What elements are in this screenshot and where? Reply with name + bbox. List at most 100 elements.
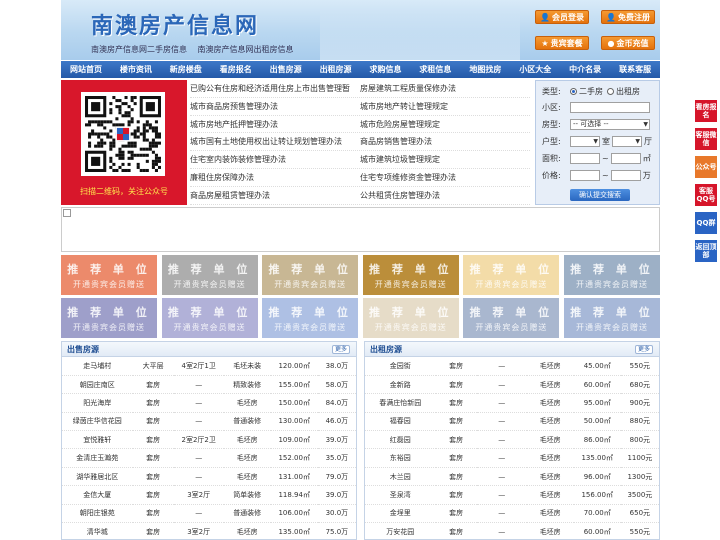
price-min-input[interactable]	[570, 170, 600, 181]
table-cell[interactable]: 福春园	[365, 412, 436, 432]
recommended-unit-slot[interactable]: 推 荐 单 位开通贵宾会员赠送	[61, 298, 157, 338]
side-button-3[interactable]: 客服QQ号	[695, 184, 717, 206]
rent-more-link[interactable]: 更多	[634, 345, 653, 354]
nav-item-1[interactable]: 楼市资讯	[111, 61, 161, 78]
side-button-4[interactable]: QQ群	[695, 212, 717, 234]
table-cell[interactable]: 金信大厦	[62, 485, 133, 505]
table-cell[interactable]: 金埕里	[365, 504, 436, 524]
ad-banner[interactable]	[61, 207, 660, 252]
recommended-unit-slot[interactable]: 推 荐 单 位开通贵宾会员赠送	[563, 298, 660, 338]
recommended-unit-slot[interactable]: 推 荐 单 位开通贵宾会员赠送	[362, 255, 459, 295]
table-row[interactable]: 东裕园 套房 — 毛坯房 135.00㎡ 1100元	[365, 448, 659, 468]
policy-link[interactable]: 住宅专项维修资金管理办法	[360, 169, 530, 186]
table-row[interactable]: 万安花园 套房 — 毛坯房 60.00㎡ 550元	[365, 522, 659, 539]
side-button-2[interactable]: 公众号	[695, 156, 717, 178]
nav-item-0[interactable]: 网站首页	[61, 61, 111, 78]
site-title[interactable]: 南澳房产信息网	[91, 8, 259, 40]
sub-link-rent[interactable]: 南澳房产信息网出租房信息	[198, 45, 294, 54]
table-row[interactable]: 福春园 套房 — 毛坯房 50.00㎡ 880元	[365, 412, 659, 432]
table-row[interactable]: 圣泉湾 套房 — 毛坯房 156.00㎡ 3500元	[365, 485, 659, 505]
nav-item-4[interactable]: 出售房源	[261, 61, 311, 78]
nav-item-3[interactable]: 看房报名	[211, 61, 261, 78]
policy-link[interactable]: 城市房地产转让管理规定	[360, 98, 530, 115]
price-max-input[interactable]	[610, 170, 641, 181]
table-row[interactable]: 金新路 套房 — 毛坯房 60.00㎡ 680元	[365, 375, 659, 395]
recommended-unit-slot[interactable]: 推 荐 单 位开通贵宾会员赠送	[563, 255, 660, 295]
radio-rent[interactable]	[607, 88, 614, 95]
table-cell[interactable]: 红磊园	[365, 430, 436, 450]
side-button-0[interactable]: 看房报名	[695, 100, 717, 122]
table-row[interactable]: 湖华雅居北区 套房 — 毛坯房 131.00㎡ 79.0万	[62, 467, 356, 487]
table-cell[interactable]: 走马埔村	[62, 357, 133, 376]
side-button-5[interactable]: 返回顶部	[695, 240, 717, 262]
nav-item-5[interactable]: 出租房源	[311, 61, 361, 78]
nav-item-9[interactable]: 小区大全	[510, 61, 560, 78]
nav-item-6[interactable]: 求购信息	[361, 61, 411, 78]
recommended-unit-slot[interactable]: 推 荐 单 位开通贵宾会员赠送	[161, 298, 258, 338]
table-cell[interactable]: 阳光海岸	[62, 393, 133, 413]
policy-link[interactable]: 商品房屋租赁管理办法	[190, 187, 360, 204]
table-row[interactable]: 红磊园 套房 — 毛坯房 86.00㎡ 800元	[365, 430, 659, 450]
table-cell[interactable]: 春满庄怡新园	[365, 393, 436, 413]
area-min-input[interactable]	[570, 153, 600, 164]
nav-item-7[interactable]: 求租信息	[410, 61, 460, 78]
table-cell[interactable]: 圣泉湾	[365, 485, 436, 505]
policy-link[interactable]: 城市建筑垃圾管理规定	[360, 151, 530, 168]
recharge-button[interactable]: ● 金币充值	[601, 36, 655, 50]
register-button[interactable]: 👤 免费注册	[601, 10, 655, 24]
table-row[interactable]: 金园街 套房 — 毛坯房 45.00㎡ 550元	[365, 357, 659, 376]
table-cell[interactable]: 金园街	[365, 357, 436, 376]
area-max-input[interactable]	[610, 153, 641, 164]
policy-link[interactable]: 公共租赁住房管理办法	[360, 187, 530, 204]
recommended-unit-slot[interactable]: 推 荐 单 位开通贵宾会员赠送	[463, 255, 560, 295]
table-cell[interactable]: 金新路	[365, 375, 436, 395]
recommended-unit-slot[interactable]: 推 荐 单 位开通贵宾会员赠送	[262, 255, 359, 295]
table-row[interactable]: 金埕里 套房 — 毛坯房 70.00㎡ 650元	[365, 504, 659, 524]
policy-link[interactable]: 已购公有住房和经济适用住房上市出售管理暂	[190, 80, 360, 97]
room-type-select[interactable]: -- 可选择 -- ▼	[570, 119, 650, 130]
table-row[interactable]: 木兰园 套房 — 毛坯房 96.00㎡ 1300元	[365, 467, 659, 487]
side-button-1[interactable]: 客服微信	[695, 128, 717, 150]
table-cell[interactable]: 金清庄玉瀚苑	[62, 448, 133, 468]
room-count-select[interactable]: ▼	[570, 136, 600, 147]
recommended-unit-slot[interactable]: 推 荐 单 位开通贵宾会员赠送	[262, 298, 359, 338]
table-cell[interactable]: 宜悦雅轩	[62, 430, 133, 450]
recommended-unit-slot[interactable]: 推 荐 单 位开通贵宾会员赠送	[161, 255, 258, 295]
policy-link[interactable]: 商品房销售管理办法	[360, 133, 530, 150]
table-row[interactable]: 阳光海岸 套房 — 毛坯房 150.00㎡ 84.0万	[62, 393, 356, 413]
table-row[interactable]: 金清庄玉瀚苑 套房 — 毛坯房 152.00㎡ 35.0万	[62, 448, 356, 468]
policy-link[interactable]: 城市危险房屋管理规定	[360, 116, 530, 133]
table-cell[interactable]: 朝园庄南区	[62, 375, 133, 395]
table-row[interactable]: 绿茵庄华信花园 套房 — 普通装修 130.00㎡ 46.0万	[62, 412, 356, 432]
table-row[interactable]: 宜悦雅轩 套房 2室2厅2卫 毛坯房 109.00㎡ 39.0万	[62, 430, 356, 450]
hall-count-select[interactable]: ▼	[612, 136, 642, 147]
table-cell[interactable]: 清华城	[62, 522, 133, 539]
vip-package-button[interactable]: ★ 贵宾套餐	[535, 36, 589, 50]
table-cell[interactable]: 绿茵庄华信花园	[62, 412, 133, 432]
table-cell[interactable]: 木兰园	[365, 467, 436, 487]
radio-sale[interactable]	[570, 88, 577, 95]
policy-link[interactable]: 城市国有土地使用权出让转让规划管理办法	[190, 133, 360, 150]
table-row[interactable]: 走马埔村 大平层 4室2厅1卫 毛坯未装 120.00㎡ 38.0万	[62, 357, 356, 376]
table-row[interactable]: 清华城 套房 3室2厅 毛坯房 135.00㎡ 75.0万	[62, 522, 356, 539]
community-input[interactable]	[570, 102, 650, 113]
recommended-unit-slot[interactable]: 推 荐 单 位开通贵宾会员赠送	[362, 298, 459, 338]
nav-item-10[interactable]: 中介名录	[560, 61, 610, 78]
policy-link[interactable]: 城市商品房预售管理办法	[190, 98, 360, 115]
policy-link[interactable]: 城市房地产抵押管理办法	[190, 116, 360, 133]
table-cell[interactable]: 东裕园	[365, 448, 436, 468]
sub-link-sale[interactable]: 南澳房产信息网二手房信息	[91, 45, 187, 54]
nav-item-8[interactable]: 地图找房	[460, 61, 510, 78]
policy-link[interactable]: 住宅室内装饰装修管理办法	[190, 151, 360, 168]
table-row[interactable]: 朝阳庄银苑 套房 — 普通装修 106.00㎡ 30.0万	[62, 504, 356, 524]
table-cell[interactable]: 朝阳庄银苑	[62, 504, 133, 524]
nav-item-2[interactable]: 新房楼盘	[161, 61, 211, 78]
recommended-unit-slot[interactable]: 推 荐 单 位开通贵宾会员赠送	[61, 255, 157, 295]
policy-link[interactable]: 房屋建筑工程质量保修办法	[360, 80, 530, 97]
policy-link[interactable]: 廉租住房保障办法	[190, 169, 360, 186]
recommended-unit-slot[interactable]: 推 荐 单 位开通贵宾会员赠送	[463, 298, 560, 338]
sale-more-link[interactable]: 更多	[331, 345, 350, 354]
table-row[interactable]: 朝园庄南区 套房 — 精致装修 155.00㎡ 58.0万	[62, 375, 356, 395]
login-button[interactable]: 👤 会员登录	[535, 10, 589, 24]
table-cell[interactable]: 万安花园	[365, 522, 436, 539]
